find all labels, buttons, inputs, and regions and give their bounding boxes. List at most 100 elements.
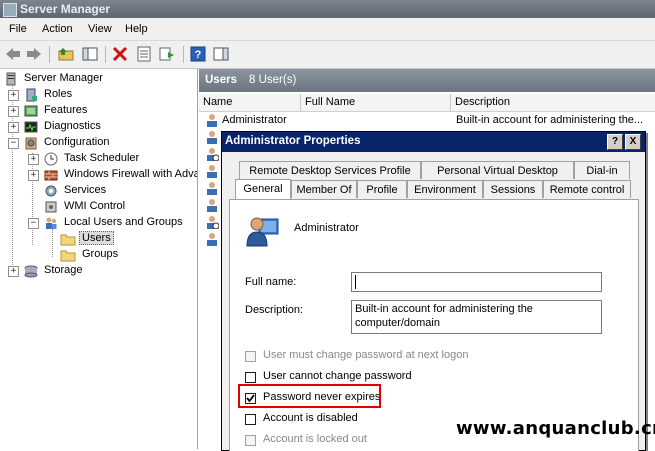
tree-item-groups[interactable]: Groups — [60, 247, 194, 263]
properties-icon[interactable] — [135, 45, 153, 63]
roles-icon — [26, 88, 37, 102]
back-arrow-icon[interactable] — [4, 45, 22, 63]
tree-label: Configuration — [44, 136, 110, 148]
tab-remote-desktop-services-profile[interactable]: Remote Desktop Services Profile — [239, 161, 421, 179]
tree-label: Features — [44, 104, 88, 116]
tree-item-storage[interactable]: + Storage — [8, 263, 194, 279]
tab-general[interactable]: General — [235, 179, 291, 199]
menu-action[interactable]: Action — [42, 23, 73, 35]
close-button[interactable]: X — [625, 134, 641, 150]
user-icon — [207, 165, 217, 178]
tab-dial-in[interactable]: Dial-in — [574, 161, 630, 179]
column-header-name[interactable]: Name — [199, 94, 301, 111]
user-avatar-icon — [246, 217, 279, 247]
window-title: Server Manager — [20, 2, 111, 16]
users-group-icon — [46, 217, 57, 229]
tree-label: Services — [64, 184, 107, 196]
tree-label: Users — [79, 231, 114, 245]
results-pane-header: Users 8 User(s) — [199, 69, 655, 92]
tree-item-local-users-groups[interactable]: − Local Users and Groups — [28, 215, 194, 231]
expand-icon[interactable]: + — [8, 122, 19, 133]
storage-icon — [24, 265, 38, 278]
wmi-icon — [45, 201, 57, 213]
expand-icon[interactable]: + — [8, 266, 19, 277]
full-name-label: Full name: — [245, 276, 297, 288]
server-manager-icon — [6, 72, 16, 86]
expand-icon[interactable]: + — [8, 90, 19, 101]
dialog-title: Administrator Properties — [225, 135, 361, 147]
configuration-icon — [25, 137, 37, 150]
tab-member-of[interactable]: Member Of — [291, 180, 357, 198]
text-cursor — [355, 275, 356, 289]
dialog-title-bar: Administrator Properties ? X — [222, 132, 645, 152]
tree-label: Storage — [44, 264, 83, 276]
cannot-change-password-checkbox[interactable] — [245, 372, 256, 383]
show-hide-action-pane-icon[interactable] — [212, 45, 230, 63]
expand-icon[interactable]: + — [28, 154, 39, 165]
menu-file[interactable]: File — [9, 23, 27, 35]
cannot-change-password-label: User cannot change password — [263, 370, 412, 382]
user-disabled-icon — [207, 148, 219, 161]
delete-icon[interactable] — [111, 45, 129, 63]
collapse-icon[interactable]: − — [8, 138, 19, 149]
collapse-icon[interactable]: − — [28, 218, 39, 229]
column-header-full-name[interactable]: Full Name — [301, 94, 451, 111]
expand-icon[interactable]: + — [28, 170, 39, 181]
tree-item-wmi-control[interactable]: WMI Control — [28, 199, 194, 215]
menu-help[interactable]: Help — [125, 23, 148, 35]
pane-title: Users — [205, 74, 237, 86]
account-locked-out-checkbox[interactable] — [245, 435, 256, 446]
tree-label: Diagnostics — [44, 120, 101, 132]
tree-item-server-manager[interactable]: Server Manager — [4, 71, 194, 87]
user-icon — [207, 199, 217, 212]
folder-icon — [60, 234, 76, 246]
full-name-field[interactable] — [351, 272, 602, 292]
description-field[interactable]: Built-in account for administering the c… — [351, 300, 602, 334]
column-header-description[interactable]: Description — [451, 94, 655, 111]
gear-icon — [45, 185, 57, 197]
server-manager-icon — [3, 3, 17, 17]
menu-bar: File Action View Help — [0, 18, 655, 41]
administrator-properties-dialog: Administrator Properties ? X Remote Desk… — [221, 131, 646, 451]
menu-view[interactable]: View — [88, 23, 112, 35]
show-hide-tree-icon[interactable] — [81, 45, 99, 63]
expand-icon[interactable]: + — [8, 106, 19, 117]
tree-item-features[interactable]: + Features — [8, 103, 194, 119]
tab-profile[interactable]: Profile — [357, 180, 407, 198]
user-description: Built-in account for administering the..… — [456, 114, 644, 126]
username-display: Administrator — [294, 222, 359, 234]
user-name: Administrator — [222, 114, 287, 126]
tab-remote-control[interactable]: Remote control — [543, 180, 631, 198]
tree-item-diagnostics[interactable]: + Diagnostics — [8, 119, 194, 135]
account-disabled-checkbox[interactable] — [245, 414, 256, 425]
tree-item-users[interactable]: Users — [60, 231, 194, 247]
tree-label: Task Scheduler — [64, 152, 140, 164]
tab-environment[interactable]: Environment — [407, 180, 483, 198]
tree-item-task-scheduler[interactable]: + Task Scheduler — [28, 151, 194, 167]
tree-label: Server Manager — [24, 72, 103, 84]
watermark-text: www.anquanclub.cn — [456, 418, 655, 439]
export-list-icon[interactable] — [158, 45, 176, 63]
user-icon — [207, 114, 217, 127]
user-count: 8 User(s) — [249, 74, 297, 86]
console-tree: Server Manager + Roles + Features + Diag… — [0, 69, 198, 449]
tree-item-configuration[interactable]: − Configuration — [8, 135, 194, 151]
help-button[interactable]: ? — [607, 134, 623, 150]
user-icon — [207, 131, 217, 144]
tree-label: WMI Control — [64, 200, 126, 212]
table-row[interactable]: Administrator Built-in account for admin… — [201, 112, 655, 128]
must-change-password-checkbox[interactable] — [245, 351, 256, 362]
diagnostics-icon — [24, 121, 38, 133]
tab-sessions[interactable]: Sessions — [483, 180, 543, 198]
folder-icon — [60, 250, 76, 262]
help-icon[interactable]: ? — [189, 45, 207, 63]
tree-item-windows-firewall[interactable]: + Windows Firewall with Adva — [28, 167, 197, 183]
user-icon — [207, 182, 217, 195]
tree-item-roles[interactable]: + Roles — [8, 87, 194, 103]
up-folder-icon[interactable] — [57, 45, 75, 63]
tree-item-services[interactable]: Services — [28, 183, 194, 199]
tab-personal-virtual-desktop[interactable]: Personal Virtual Desktop — [421, 161, 574, 179]
forward-arrow-icon[interactable] — [25, 45, 43, 63]
account-locked-out-label: Account is locked out — [263, 433, 367, 445]
svg-text:?: ? — [195, 49, 202, 61]
